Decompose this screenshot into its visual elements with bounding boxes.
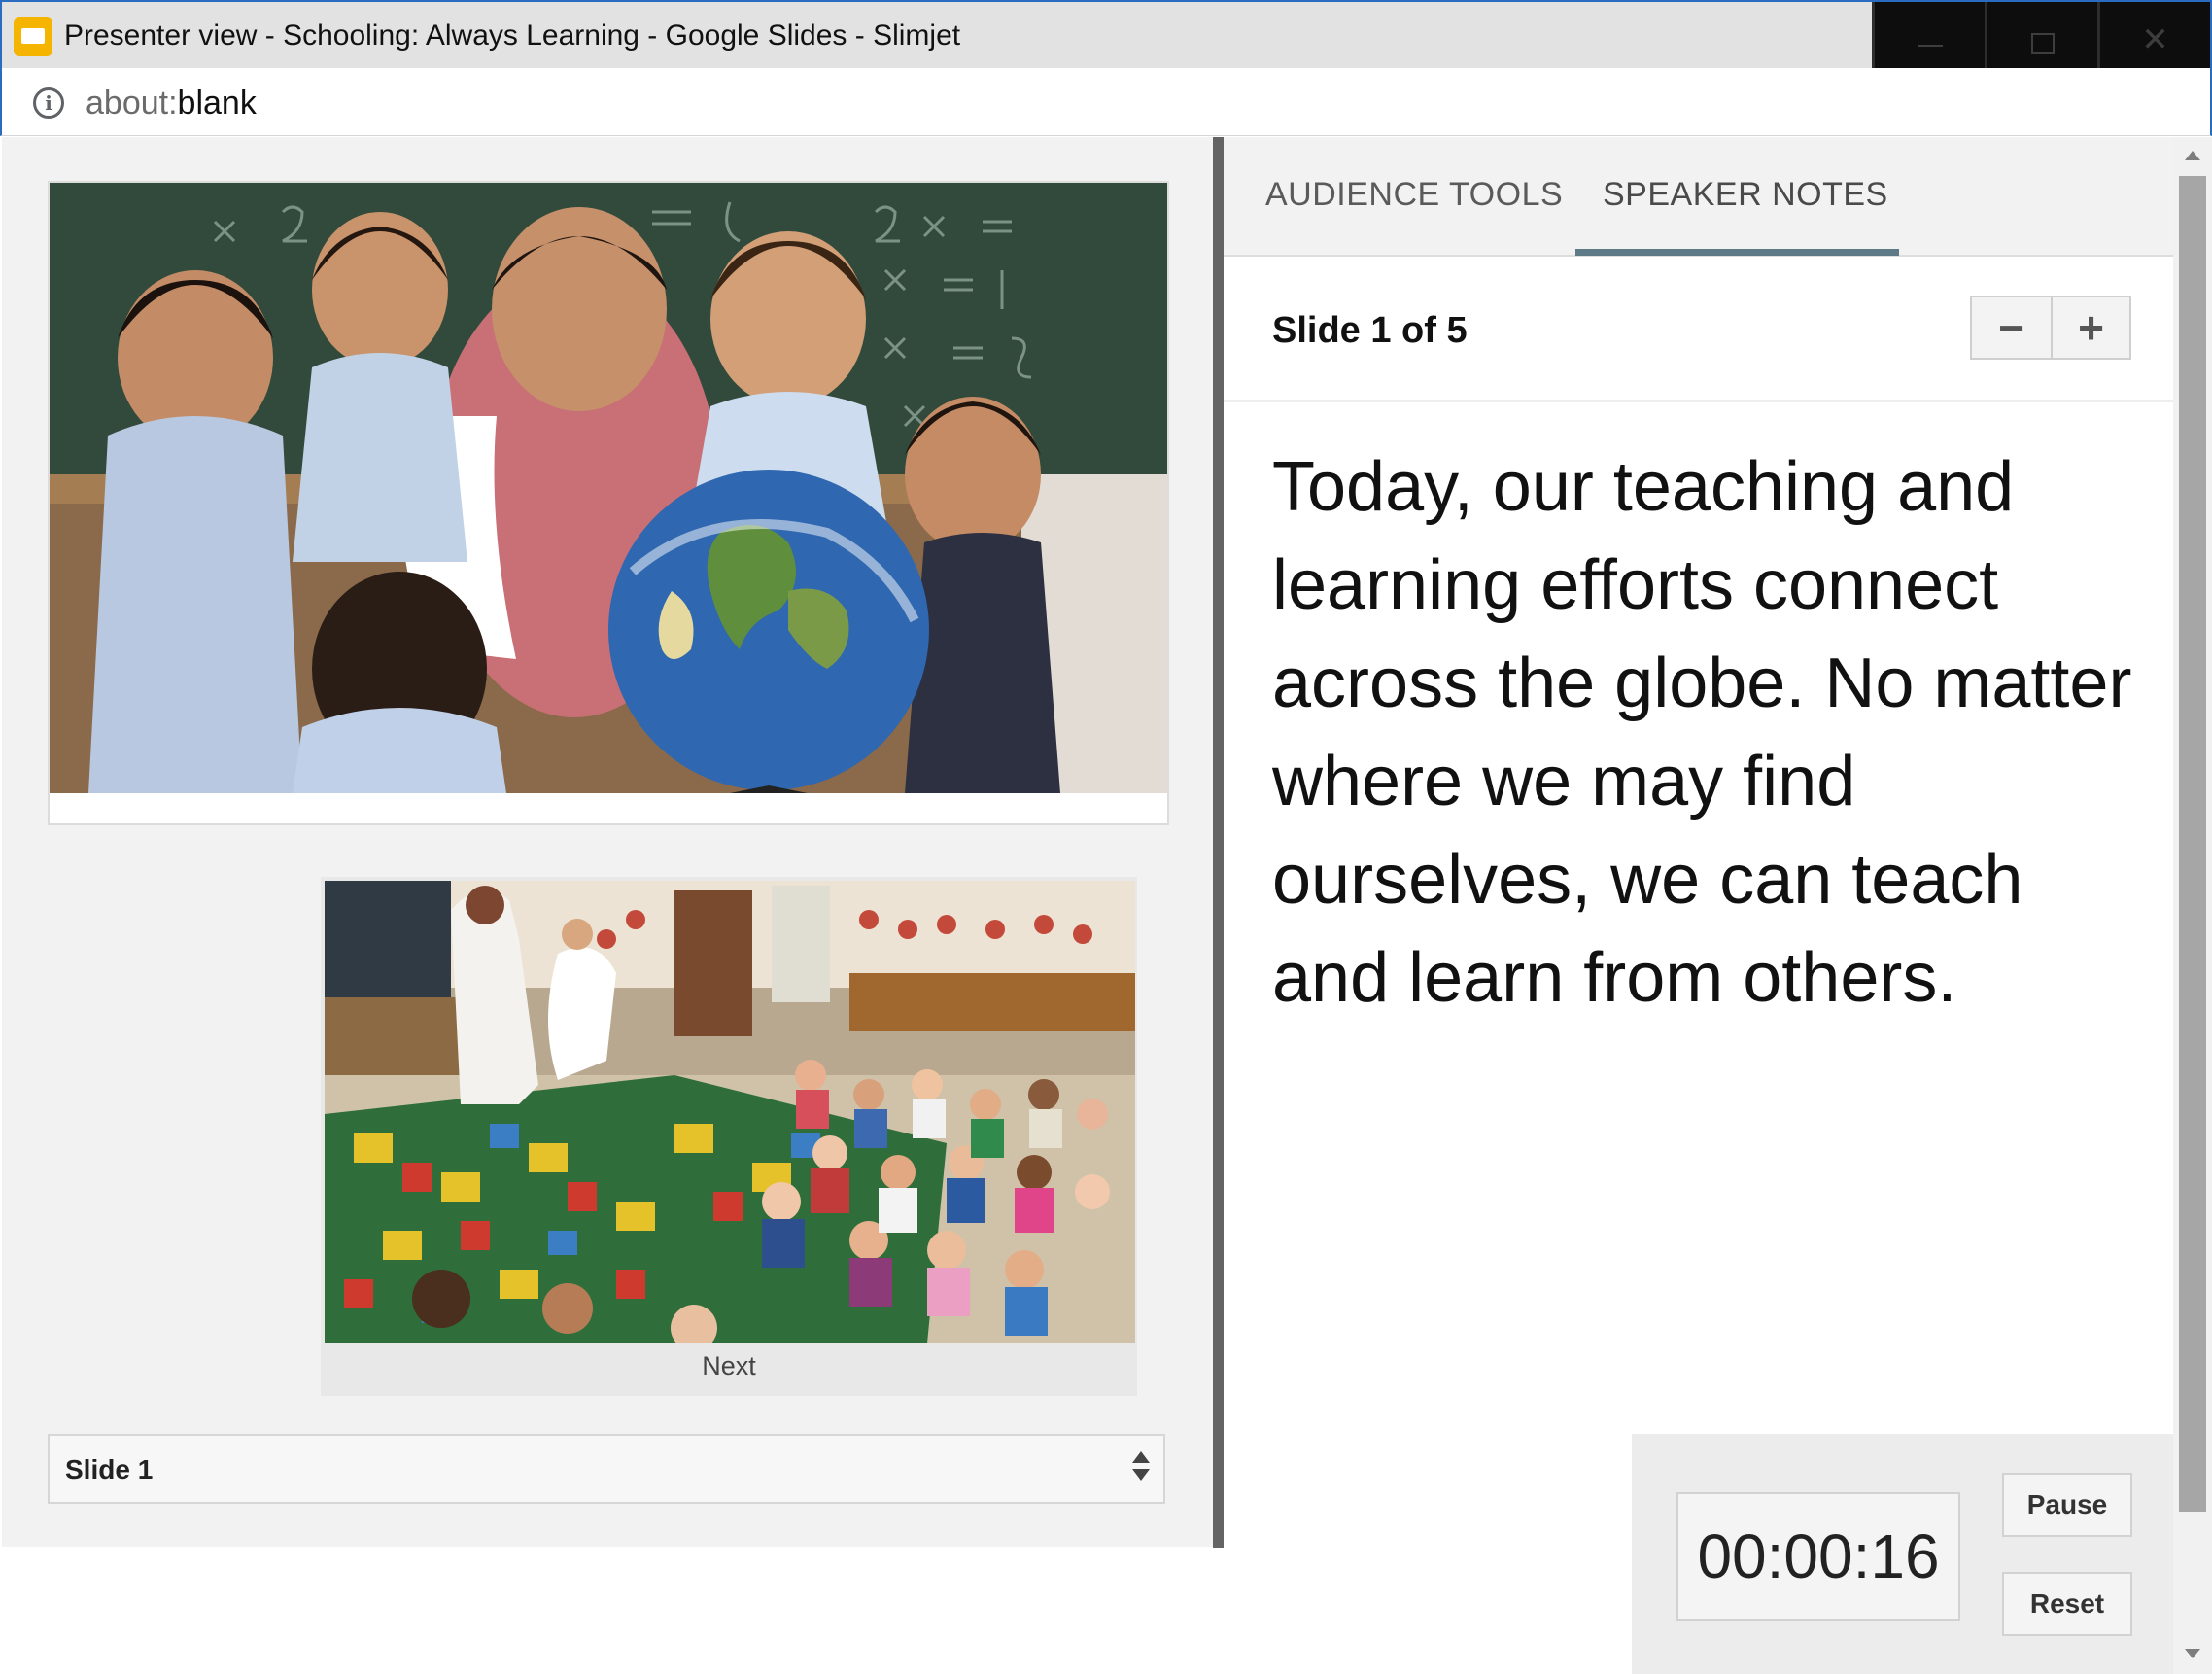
pause-button[interactable]: Pause <box>2002 1473 2132 1537</box>
updown-arrows-icon <box>1130 1451 1152 1488</box>
window-controls: ✕ <box>1872 2 2210 68</box>
next-slide-image <box>325 881 1135 1343</box>
speaker-notes-text: Today, our teaching and learning efforts… <box>1272 448 2132 1017</box>
current-slide-image <box>50 183 1167 793</box>
scroll-up-icon[interactable] <box>2185 151 2200 160</box>
google-slides-icon <box>14 17 52 56</box>
timer-display: 00:00:16 <box>1676 1492 1960 1621</box>
minimize-button[interactable] <box>1872 2 1985 68</box>
increase-font-button[interactable]: + <box>2051 297 2129 358</box>
minimize-icon <box>1917 45 1943 47</box>
slide-selector[interactable]: Slide 1 <box>48 1434 1165 1504</box>
close-icon: ✕ <box>2141 20 2169 59</box>
tab-bar: AUDIENCE TOOLS SPEAKER NOTES <box>1224 137 2173 257</box>
slide-selector-value: Slide 1 <box>65 1454 154 1484</box>
tab-audience-tools[interactable]: AUDIENCE TOOLS <box>1265 176 1563 214</box>
plus-icon: + <box>2078 302 2104 353</box>
next-slide-preview[interactable]: Next <box>321 877 1137 1396</box>
next-slide-label: Next <box>702 1351 756 1380</box>
reset-button[interactable]: Reset <box>2002 1572 2132 1636</box>
maximize-icon <box>2030 33 2055 54</box>
tab-speaker-notes[interactable]: SPEAKER NOTES <box>1603 176 1888 214</box>
pane-divider[interactable] <box>1213 137 1224 1548</box>
url-host: blank <box>177 85 257 122</box>
vertical-scrollbar[interactable] <box>2173 137 2212 1674</box>
slide-counter: Slide 1 of 5 <box>1272 310 1468 351</box>
current-slide-preview <box>48 181 1169 825</box>
decrease-font-button[interactable]: − <box>1972 297 2051 358</box>
minus-icon: − <box>1998 302 2024 353</box>
active-tab-indicator <box>1575 249 1899 256</box>
info-icon[interactable]: i <box>33 87 64 119</box>
timer-value: 00:00:16 <box>1697 1521 1940 1591</box>
slide-preview-pane: Next Slide 1 <box>2 137 1217 1547</box>
font-size-controls: − + <box>1970 296 2131 360</box>
scroll-down-icon[interactable] <box>2185 1649 2200 1658</box>
notes-separator <box>1224 400 2173 402</box>
speaker-notes-pane: AUDIENCE TOOLS SPEAKER NOTES Slide 1 of … <box>1224 137 2173 1674</box>
window-title: Presenter view - Schooling: Always Learn… <box>64 19 961 52</box>
maximize-button[interactable] <box>1985 2 2097 68</box>
url-field[interactable]: about:blank <box>86 85 257 122</box>
title-bar: Presenter view - Schooling: Always Learn… <box>0 0 2212 68</box>
address-bar: i about:blank <box>0 68 2212 136</box>
timer-panel: 00:00:16 Pause Reset <box>1632 1434 2173 1674</box>
close-button[interactable]: ✕ <box>2097 2 2210 68</box>
url-scheme: about: <box>86 85 178 122</box>
scroll-thumb[interactable] <box>2179 176 2206 1512</box>
